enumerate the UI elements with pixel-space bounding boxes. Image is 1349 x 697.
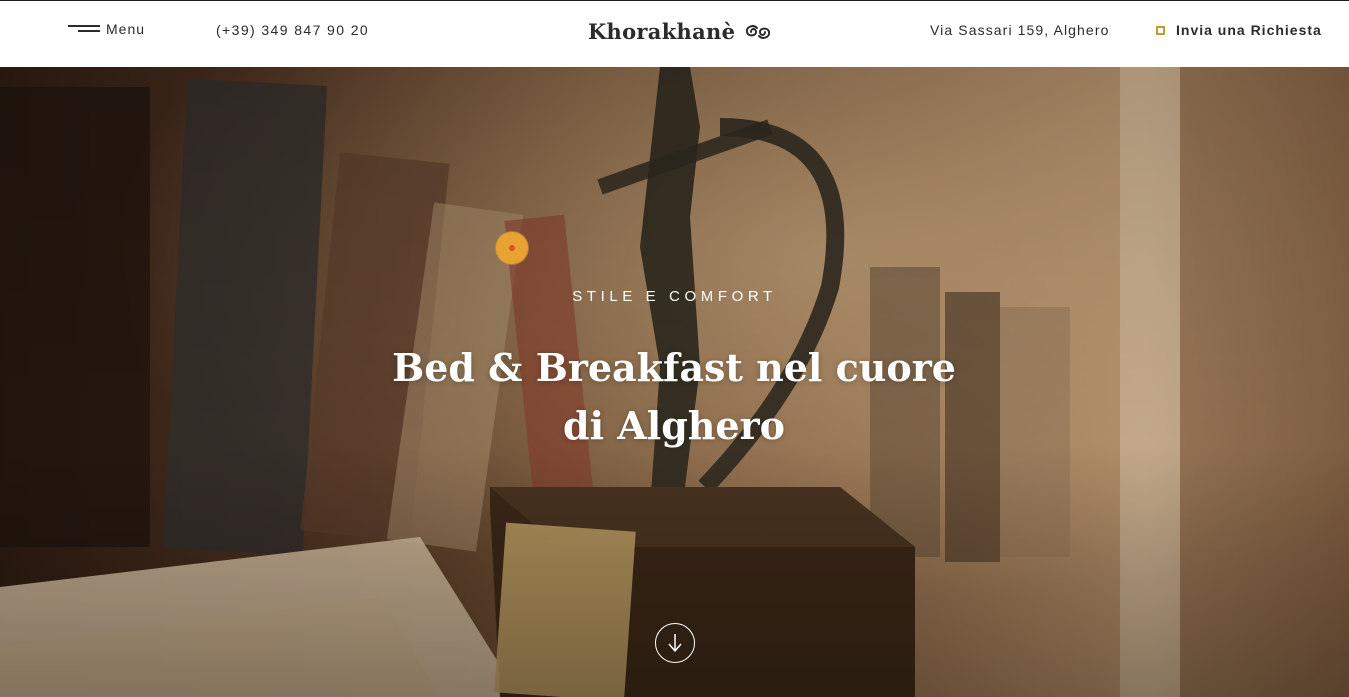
hero-section: STILE E COMFORT Bed & Breakfast nel cuor… [0, 67, 1349, 697]
square-bullet-icon [1156, 25, 1165, 35]
hero-title: Bed & Breakfast nel cuore di Alghero [392, 345, 956, 448]
request-label: Invia una Richiesta [1176, 22, 1322, 38]
menu-label: Menu [106, 21, 146, 37]
double-spiral-icon [746, 24, 771, 39]
send-request-button[interactable]: Invia una Richiesta [1156, 22, 1322, 38]
site-header: Menu (+39) 349 847 90 20 Khorakhanè Via … [0, 0, 1349, 67]
hamburger-icon [68, 23, 100, 35]
address-text: Via Sassari 159, Alghero [930, 22, 1110, 38]
hero-subtitle: STILE E COMFORT [572, 288, 777, 305]
scroll-down-button[interactable] [655, 623, 695, 663]
phone-link[interactable]: (+39) 349 847 90 20 [216, 22, 369, 38]
hero-decorative-dot [496, 232, 528, 264]
logo-text: Khorakhanè [588, 19, 736, 44]
menu-button[interactable]: Menu [68, 21, 145, 37]
site-logo[interactable]: Khorakhanè [588, 19, 773, 44]
arrow-down-icon [668, 634, 682, 653]
